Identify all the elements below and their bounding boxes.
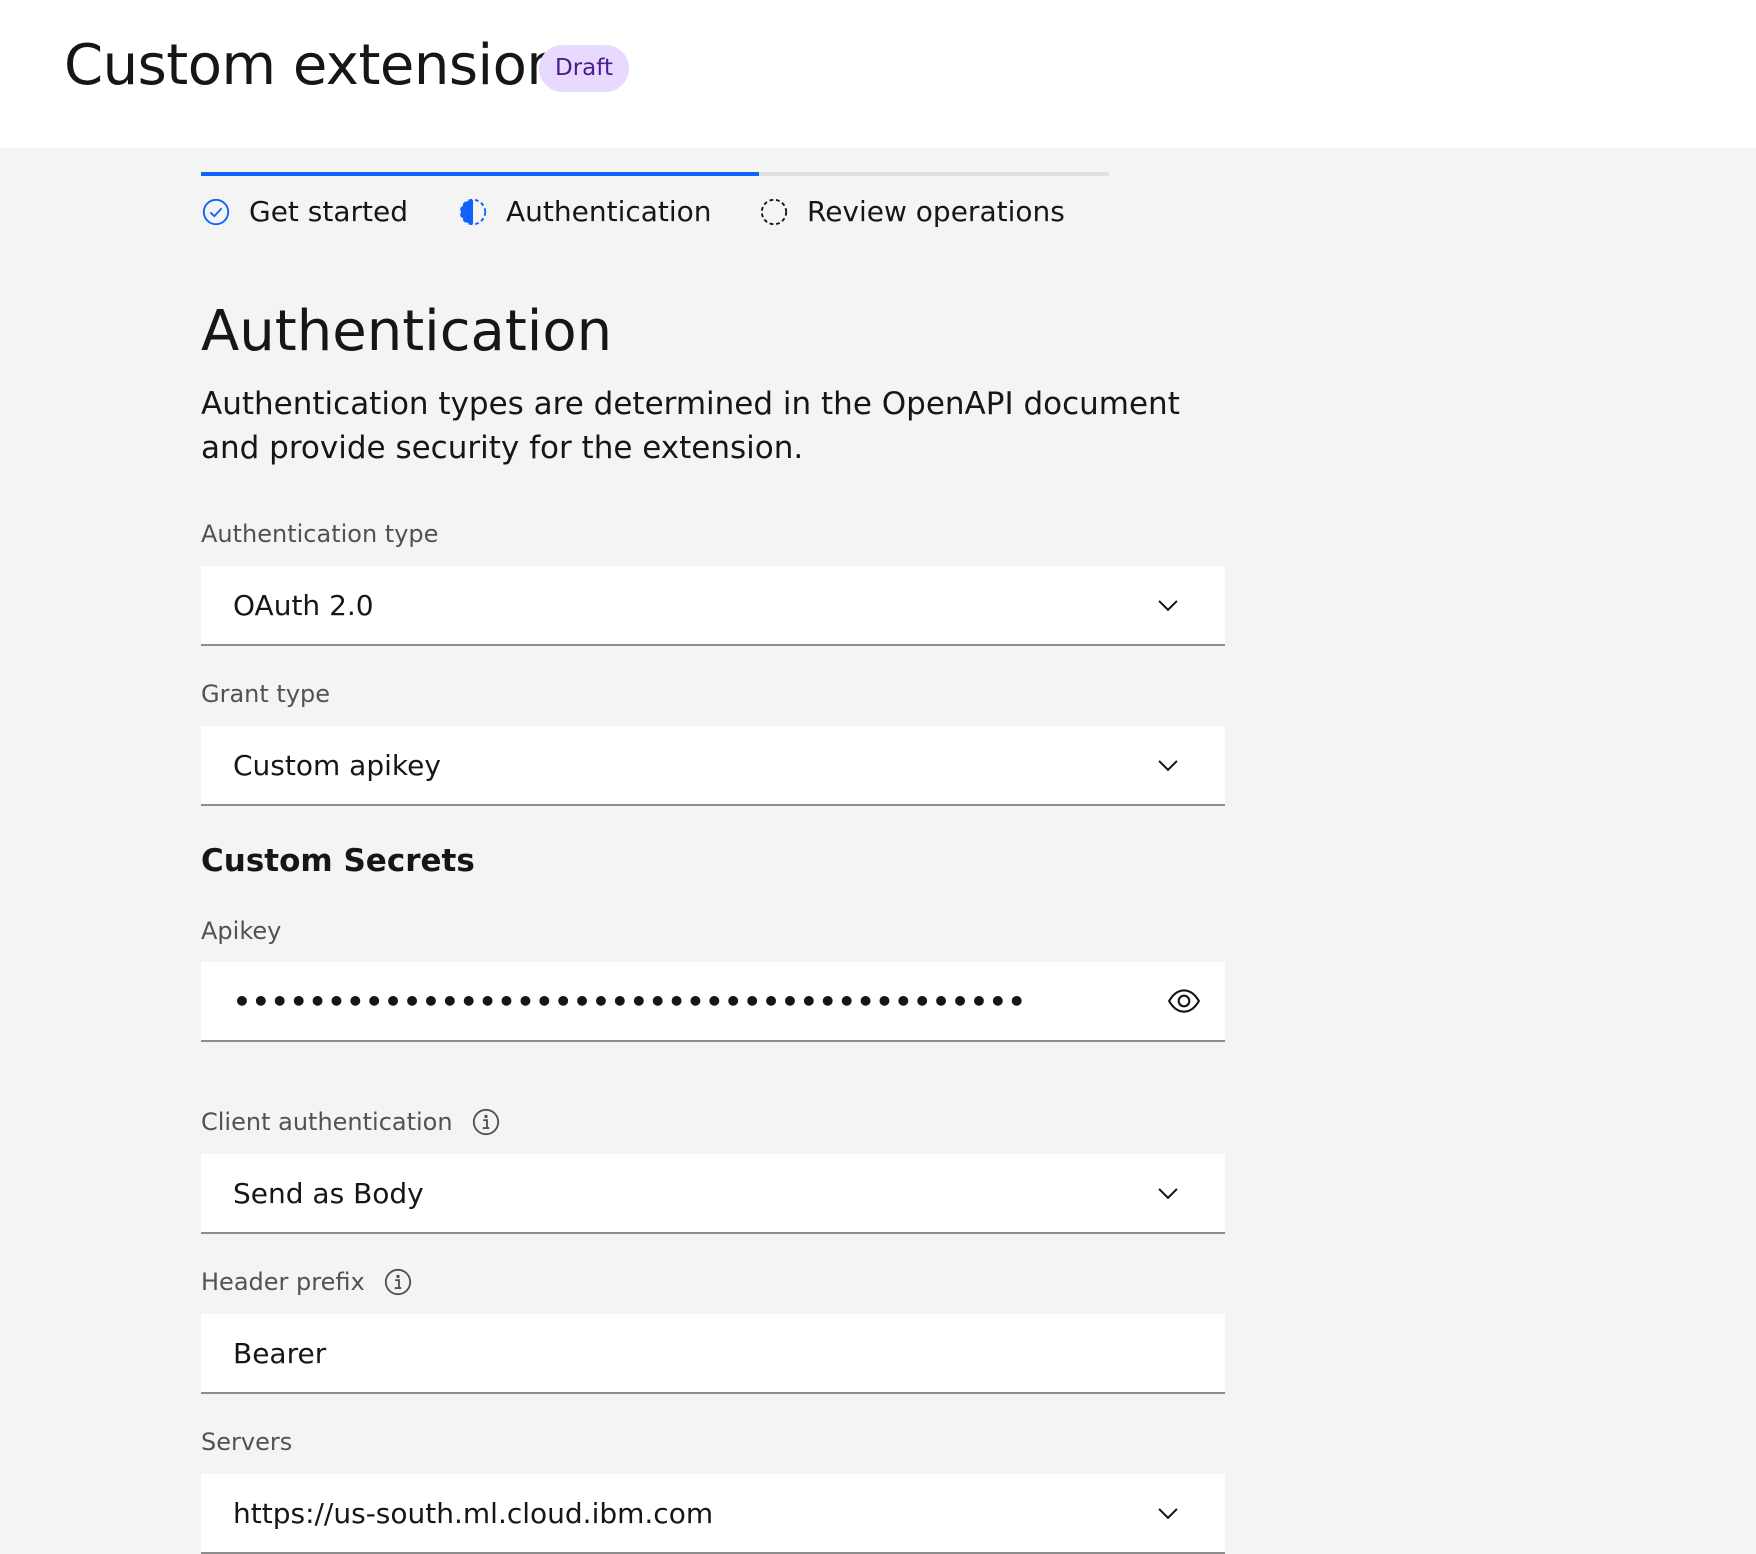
header-prefix-value: Bearer: [233, 1336, 327, 1370]
auth-type-label-text: Authentication type: [201, 520, 439, 548]
servers-label-text: Servers: [201, 1428, 293, 1456]
header-prefix-input[interactable]: Bearer: [201, 1314, 1225, 1394]
client-auth-value: Send as Body: [233, 1176, 424, 1210]
auth-type-select[interactable]: OAuth 2.0: [201, 566, 1225, 646]
status-badge: Draft: [539, 45, 629, 92]
apikey-label: Apikey: [201, 916, 281, 946]
grant-type-value: Custom apikey: [233, 748, 441, 782]
chevron-down-icon: [1158, 600, 1178, 612]
servers-select[interactable]: https://us-south.ml.cloud.ibm.com: [201, 1474, 1225, 1554]
progress-fill: [201, 172, 759, 176]
section-description: Authentication types are determined in t…: [201, 386, 1180, 466]
progress-step-review-operations[interactable]: Review operations: [759, 192, 1065, 232]
progress-step-authentication[interactable]: Authentication: [458, 192, 712, 232]
progress-step-label: Review operations: [807, 195, 1065, 228]
half-circle-icon: [459, 198, 487, 226]
progress-step-get-started[interactable]: Get started: [201, 192, 408, 232]
apikey-password-input[interactable]: ••••••••••••••••••••••••••••••••••••••••…: [201, 962, 1225, 1042]
grant-type-label-text: Grant type: [201, 680, 331, 708]
page-title: Custom extension: [64, 33, 562, 98]
header-prefix-label-text: Header prefix: [201, 1268, 365, 1296]
header-prefix-label: Header prefix: [201, 1267, 413, 1297]
progress-indicator: Get started Authentication Review operat…: [201, 172, 1109, 242]
chevron-down-icon: [1158, 1188, 1178, 1200]
client-auth-label: Client authentication: [201, 1107, 501, 1137]
apikey-label-text: Apikey: [201, 917, 282, 945]
auth-type-label: Authentication type: [201, 519, 438, 549]
auth-type-value: OAuth 2.0: [233, 588, 374, 622]
progress-step-label: Authentication: [506, 195, 712, 228]
information-icon[interactable]: [471, 1107, 501, 1137]
grant-type-label: Grant type: [201, 679, 330, 709]
custom-secrets-heading: Custom Secrets: [201, 843, 475, 879]
grant-type-select[interactable]: Custom apikey: [201, 726, 1225, 806]
checkmark-circle-icon: [202, 198, 230, 226]
dashed-circle-icon: [760, 198, 788, 226]
information-icon[interactable]: [383, 1267, 413, 1297]
eye-icon[interactable]: [1167, 984, 1201, 1018]
section-title: Authentication: [201, 299, 613, 364]
client-auth-label-text: Client authentication: [201, 1108, 453, 1136]
servers-label: Servers: [201, 1427, 292, 1457]
progress-step-label: Get started: [249, 195, 409, 228]
page-header: Custom extension Draft: [0, 0, 1756, 148]
servers-value: https://us-south.ml.cloud.ibm.com: [233, 1496, 714, 1530]
chevron-down-icon: [1158, 760, 1178, 772]
client-auth-select[interactable]: Send as Body: [201, 1154, 1225, 1234]
chevron-down-icon: [1158, 1508, 1178, 1520]
apikey-masked-value: ••••••••••••••••••••••••••••••••••••••••…: [233, 984, 1027, 1018]
